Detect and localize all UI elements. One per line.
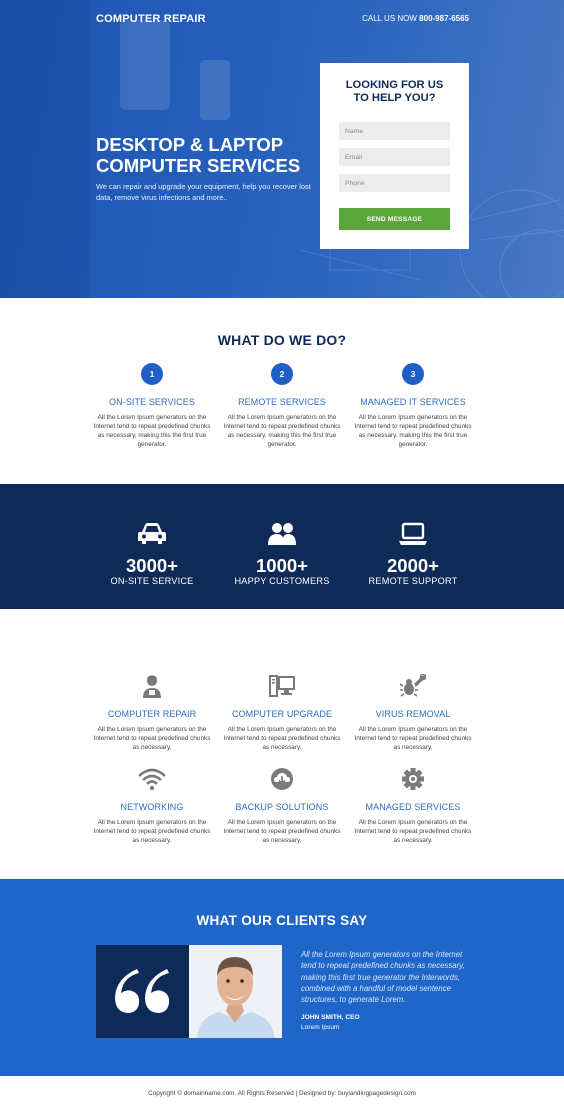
service-title: COMPUTER REPAIR xyxy=(107,709,197,719)
call-us-text: CALL US NOW 800-987-6565 xyxy=(362,14,469,23)
stats-section: 3000+ ON-SITE SERVICE 1000+ HAPPY CUSTOM… xyxy=(0,484,564,609)
service-description: All the Lorem Ipsum generators on the In… xyxy=(223,819,341,844)
footer: Copyright © domainname.com. All Rights R… xyxy=(0,1076,564,1112)
service-managed-services: MANAGED SERVICES All the Lorem Ipsum gen… xyxy=(354,766,472,845)
step-description: All the Lorem Ipsum generators on the In… xyxy=(93,414,211,448)
stat-number: 2000+ xyxy=(387,555,439,576)
laptop-icon xyxy=(353,520,473,548)
name-field[interactable] xyxy=(339,122,450,140)
service-title: COMPUTER UPGRADE xyxy=(231,709,333,719)
car-icon xyxy=(92,520,212,548)
footer-copyright: Copyright © domainname.com. All Rights R… xyxy=(148,1090,416,1097)
step-title: ON-SITE SERVICES xyxy=(109,397,195,407)
service-title: MANAGED SERVICES xyxy=(365,802,461,812)
service-computer-upgrade: COMPUTER UPGRADE All the Lorem Ipsum gen… xyxy=(223,673,341,752)
testimonial-author-role: Lorem Ipsum xyxy=(301,1024,340,1031)
send-message-button[interactable]: SEND MESSAGE xyxy=(339,208,450,230)
hero-section: COMPUTER REPAIR CALL US NOW 800-987-6565… xyxy=(0,0,564,298)
service-title: VIRUS REMOVAL xyxy=(375,709,451,719)
service-description: All the Lorem Ipsum generators on the In… xyxy=(93,726,211,751)
service-title: NETWORKING xyxy=(120,802,184,812)
step-number: 3 xyxy=(402,363,424,385)
wifi-icon xyxy=(93,766,211,792)
service-description: All the Lorem Ipsum generators on the In… xyxy=(354,819,472,844)
quote-icon xyxy=(96,945,189,1038)
testimonial-section: WHAT OUR CLIENTS SAY All the Lorem Ipsum… xyxy=(0,879,564,1076)
form-title: LOOKING FOR US TO HELP YOU? xyxy=(345,79,444,104)
stat-label: HAPPY CUSTOMERS xyxy=(234,576,330,586)
stat-remote: 2000+ REMOTE SUPPORT xyxy=(353,484,473,586)
hero-title: DESKTOP & LAPTOP COMPUTER SERVICES xyxy=(96,134,301,176)
stat-number: 3000+ xyxy=(126,555,178,576)
stat-label: ON-SITE SERVICE xyxy=(110,576,194,586)
bug-wrench-icon xyxy=(354,673,472,699)
testimonial-author: JOHN SMITH, CEO xyxy=(301,1014,360,1021)
phone-number[interactable]: 800-987-6565 xyxy=(419,14,469,23)
cloud-download-icon xyxy=(223,766,341,792)
service-networking: NETWORKING All the Lorem Ipsum generator… xyxy=(93,766,211,845)
email-field[interactable] xyxy=(339,148,450,166)
service-virus-removal: VIRUS REMOVAL All the Lorem Ipsum genera… xyxy=(354,673,472,752)
step-title: REMOTE SERVICES xyxy=(238,397,326,407)
call-us-label: CALL US NOW xyxy=(362,14,417,23)
step-remote: 2 REMOTE SERVICES All the Lorem Ipsum ge… xyxy=(223,363,341,449)
service-description: All the Lorem Ipsum generators on the In… xyxy=(93,819,211,844)
testimonial-quote: All the Lorem Ipsum generators on the In… xyxy=(301,950,465,1005)
technician-icon xyxy=(93,673,211,699)
stat-onsite: 3000+ ON-SITE SERVICE xyxy=(92,484,212,586)
computer-upgrade-icon xyxy=(223,673,341,699)
step-onsite: 1 ON-SITE SERVICES All the Lorem Ipsum g… xyxy=(93,363,211,449)
step-number: 1 xyxy=(141,363,163,385)
stat-customers: 1000+ HAPPY CUSTOMERS xyxy=(222,484,342,586)
users-icon xyxy=(222,520,342,548)
step-description: All the Lorem Ipsum generators on the In… xyxy=(354,414,472,448)
step-title: MANAGED IT SERVICES xyxy=(360,397,466,407)
service-title: BACKUP SOLUTIONS xyxy=(235,802,329,812)
step-description: All the Lorem Ipsum generators on the In… xyxy=(223,414,341,448)
step-managed-it: 3 MANAGED IT SERVICES All the Lorem Ipsu… xyxy=(354,363,472,449)
hero-subtitle: We can repair and upgrade your equipment… xyxy=(96,182,311,202)
phone-field[interactable] xyxy=(339,174,450,192)
service-computer-repair: COMPUTER REPAIR All the Lorem Ipsum gene… xyxy=(93,673,211,752)
step-number: 2 xyxy=(271,363,293,385)
what-we-do-title: WHAT DO WE DO? xyxy=(217,332,347,348)
stat-number: 1000+ xyxy=(256,555,308,576)
service-description: All the Lorem Ipsum generators on the In… xyxy=(354,726,472,751)
client-photo xyxy=(189,945,282,1038)
gear-icon xyxy=(354,766,472,792)
testimonial-title: WHAT OUR CLIENTS SAY xyxy=(196,913,368,928)
service-backup-solutions: BACKUP SOLUTIONS All the Lorem Ipsum gen… xyxy=(223,766,341,845)
service-description: All the Lorem Ipsum generators on the In… xyxy=(223,726,341,751)
stat-label: REMOTE SUPPORT xyxy=(368,576,458,586)
contact-form: LOOKING FOR US TO HELP YOU? SEND MESSAGE xyxy=(320,63,469,249)
brand-logo-text[interactable]: COMPUTER REPAIR xyxy=(96,13,206,25)
